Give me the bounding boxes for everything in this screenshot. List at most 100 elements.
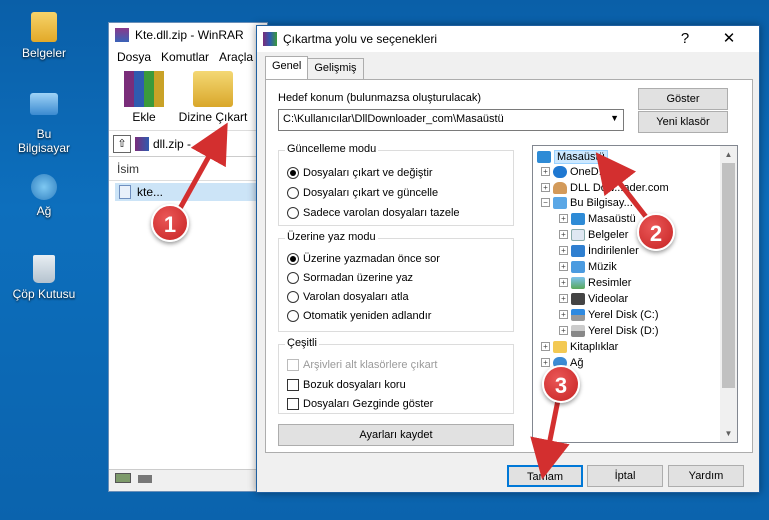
scrollbar-thumb[interactable] <box>722 163 735 388</box>
radio-selected[interactable] <box>287 167 299 179</box>
show-button[interactable]: Göster <box>638 88 728 110</box>
scroll-down-icon[interactable]: ▼ <box>720 425 737 442</box>
expand-icon[interactable]: + <box>559 278 568 287</box>
file-row[interactable]: kte... <box>115 183 261 201</box>
tree-node-videos[interactable]: + Videolar <box>559 291 628 306</box>
winrar-statusbar <box>109 469 267 491</box>
update-option-label: Dosyaları çıkart ve güncelle <box>303 187 439 199</box>
close-button[interactable]: ✕ <box>709 26 749 52</box>
radio[interactable] <box>287 207 299 219</box>
tree-node-disk-c[interactable]: + Yerel Disk (C:) <box>559 307 659 322</box>
tree-node-pictures[interactable]: + Resimler <box>559 275 631 290</box>
new-folder-button[interactable]: Yeni klasör <box>638 111 728 133</box>
expand-icon[interactable]: + <box>541 342 550 351</box>
drive-icon <box>571 324 585 337</box>
expand-icon[interactable]: + <box>559 246 568 255</box>
misc-option-show-in-explorer[interactable]: Dosyaları Gezginde göster <box>287 396 433 412</box>
tree-node-libraries[interactable]: + Kitaplıklar <box>541 339 618 354</box>
radio[interactable] <box>287 310 299 322</box>
expand-icon[interactable]: + <box>559 230 568 239</box>
tree-node-thispc[interactable]: − Bu Bilgisay... <box>541 195 633 210</box>
destination-path-combo[interactable]: C:\Kullanıcılar\DllDownloader_com\Masaüs… <box>278 109 624 131</box>
menu-tools[interactable]: Araçla <box>219 50 253 64</box>
up-folder-icon[interactable]: ⇧ <box>113 134 131 153</box>
overwrite-option-without-prompt[interactable]: Sormadan üzerine yaz <box>287 270 413 286</box>
dialog-titlebar: Çıkartma yolu ve seçenekleri ? ✕ <box>257 26 759 52</box>
menu-file[interactable]: Dosya <box>117 50 151 64</box>
desktop-icon-computer[interactable]: Bu Bilgisayar <box>9 93 79 155</box>
save-settings-button[interactable]: Ayarları kaydet <box>278 424 514 446</box>
help-button[interactable]: Yardım <box>668 465 744 487</box>
ok-button[interactable]: Tamam <box>507 465 583 487</box>
update-option-update[interactable]: Dosyaları çıkart ve güncelle <box>287 185 438 201</box>
update-option-replace[interactable]: Dosyaları çıkart ve değiştir <box>287 165 433 181</box>
tree-node-music[interactable]: + Müzik <box>559 259 617 274</box>
extract-folder-icon <box>193 71 233 107</box>
network-icon <box>31 174 57 200</box>
add-button[interactable]: Ekle <box>117 71 171 126</box>
scroll-up-icon[interactable]: ▲ <box>720 146 737 163</box>
misc-option-label: Arşivleri alt klasörlere çıkart <box>303 359 438 371</box>
tab-advanced[interactable]: Gelişmiş <box>307 58 364 79</box>
music-note-icon <box>571 260 585 273</box>
expand-icon[interactable]: + <box>541 358 550 367</box>
winrar-toolbar: Ekle Dizine Çıkart <box>109 67 267 131</box>
help-title-button[interactable]: ? <box>665 26 705 52</box>
dialog-app-icon <box>263 32 277 46</box>
tab-general[interactable]: Genel <box>265 56 309 79</box>
radio[interactable] <box>287 187 299 199</box>
tree-node-downloads[interactable]: + İndirilenler <box>559 243 639 258</box>
column-name-header[interactable]: İsim <box>109 159 267 181</box>
chevron-down-icon[interactable]: ▼ <box>610 113 619 123</box>
tree-scrollbar[interactable]: ▲ ▼ <box>720 146 737 442</box>
archive-books-icon <box>124 71 164 107</box>
misc-option-keep-broken[interactable]: Bozuk dosyaları koru <box>287 377 406 393</box>
desktop-icon-label: Ağ <box>36 204 52 218</box>
update-option-label: Dosyaları çıkart ve değiştir <box>303 167 433 179</box>
checkbox[interactable] <box>287 398 299 410</box>
extract-options-dialog: Çıkartma yolu ve seçenekleri ? ✕ Genel G… <box>256 25 760 493</box>
winrar-menubar: Dosya Komutlar Araçla <box>109 47 267 67</box>
expand-icon[interactable]: + <box>541 183 550 192</box>
tree-node-disk-d[interactable]: + Yerel Disk (D:) <box>559 323 659 338</box>
expand-icon[interactable]: + <box>559 326 568 335</box>
tree-node-dlldownloader[interactable]: + DLL Dow...ader.com <box>541 180 669 195</box>
winrar-path[interactable]: dll.zip - ... <box>153 137 204 151</box>
desktop-icon-documents[interactable]: Belgeler <box>9 12 79 60</box>
expand-icon[interactable]: + <box>559 294 568 303</box>
drive-windows-icon <box>571 308 585 321</box>
extract-to-button[interactable]: Dizine Çıkart <box>177 71 249 126</box>
archive-small-icon <box>135 136 149 151</box>
tree-node-documents[interactable]: + Belgeler <box>559 227 628 242</box>
overwrite-option-skip[interactable]: Varolan dosyaları atla <box>287 289 409 305</box>
tree-node-label: Resimler <box>588 276 632 289</box>
pictures-icon <box>571 276 585 289</box>
general-panel: Hedef konum (bulunmazsa oluşturulacak) C… <box>265 79 753 453</box>
expand-icon[interactable]: + <box>559 310 568 319</box>
destination-label: Hedef konum (bulunmazsa oluşturulacak) <box>278 92 481 104</box>
checkbox[interactable] <box>287 379 299 391</box>
desktop-icon-label: Çöp Kutusu <box>12 287 76 301</box>
expand-icon[interactable]: + <box>559 262 568 271</box>
expand-icon[interactable]: + <box>559 214 568 223</box>
radio-selected[interactable] <box>287 253 299 265</box>
overwrite-option-rename[interactable]: Otomatik yeniden adlandır <box>287 308 431 324</box>
update-option-freshen[interactable]: Sadece varolan dosyaları tazele <box>287 205 460 221</box>
desktop-icon-network[interactable]: Ağ <box>9 174 79 218</box>
menu-commands[interactable]: Komutlar <box>161 50 209 64</box>
misc-group: Çeşitli Arşivleri alt klasörlere çıkart … <box>278 337 514 414</box>
cancel-button[interactable]: İptal <box>587 465 663 487</box>
expand-icon[interactable]: + <box>541 167 550 176</box>
radio[interactable] <box>287 291 299 303</box>
tree-node-onedrive[interactable]: + OneD... <box>541 164 608 179</box>
file-row-name: kte... <box>137 185 164 199</box>
desktop-icon-recycle-bin[interactable]: Çöp Kutusu <box>9 255 79 301</box>
collapse-icon[interactable]: − <box>541 198 550 207</box>
overwrite-option-label: Otomatik yeniden adlandır <box>303 310 432 322</box>
tree-node-label: Videolar <box>588 292 629 305</box>
extract-label: Dizine Çıkart <box>178 110 248 124</box>
overwrite-option-ask[interactable]: Üzerine yazmadan önce sor <box>287 251 440 267</box>
tree-node-desktop[interactable]: Masaüstü <box>537 149 608 164</box>
tree-node-pc-desktop[interactable]: + Masaüstü <box>559 211 636 226</box>
radio[interactable] <box>287 272 299 284</box>
